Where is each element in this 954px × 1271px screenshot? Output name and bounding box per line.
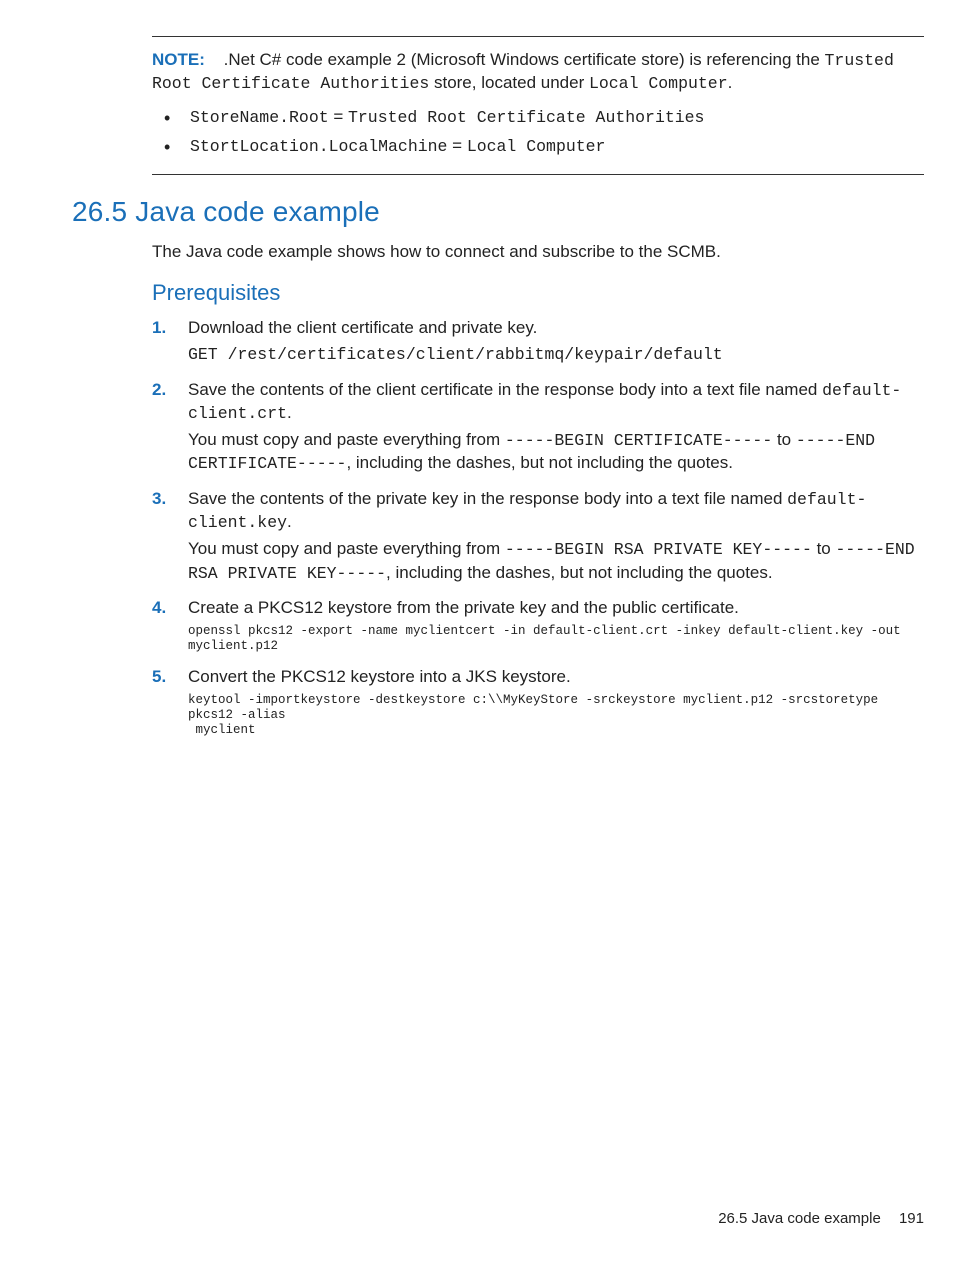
step-text: Create a PKCS12 keystore from the privat… (188, 597, 924, 620)
step-text: You must copy and paste everything from … (188, 538, 924, 585)
note-bullet-list: StoreName.Root = Trusted Root Certificat… (152, 106, 924, 159)
mono-text: Trusted Root Certificate Authorities (348, 108, 704, 127)
note-paragraph: NOTE: .Net C# code example 2 (Microsoft … (152, 49, 924, 96)
step-code: GET /rest/certificates/client/rabbitmq/k… (188, 344, 924, 366)
plain-text: You must copy and paste everything from (188, 539, 505, 558)
section-intro: The Java code example shows how to conne… (152, 241, 924, 264)
prerequisites-heading: Prerequisites (152, 278, 924, 308)
step-text: Convert the PKCS12 keystore into a JKS k… (188, 666, 924, 689)
plain-text: , including the dashes, but not includin… (386, 563, 773, 582)
plain-text: to (812, 539, 836, 558)
note-text: .Net C# code example 2 (Microsoft Window… (224, 50, 825, 69)
step-1: Download the client certificate and priv… (152, 317, 924, 366)
plain-text: . (287, 403, 292, 422)
note-label: NOTE: (152, 50, 205, 69)
step-5: Convert the PKCS12 keystore into a JKS k… (152, 666, 924, 738)
step-text: Save the contents of the private key in … (188, 488, 924, 535)
note-block: NOTE: .Net C# code example 2 (Microsoft … (152, 36, 924, 175)
step-text: Save the contents of the client certific… (188, 379, 924, 426)
plain-text: = (447, 136, 466, 155)
section-heading: 26.5 Java code example (72, 193, 924, 231)
plain-text: to (772, 430, 796, 449)
plain-text: , including the dashes, but not includin… (346, 453, 733, 472)
footer-page-number: 191 (899, 1210, 924, 1227)
plain-text: . (287, 512, 292, 531)
step-4: Create a PKCS12 keystore from the privat… (152, 597, 924, 654)
list-item: StortLocation.LocalMachine = Local Compu… (152, 135, 924, 158)
plain-text: You must copy and paste everything from (188, 430, 505, 449)
footer-section-title: 26.5 Java code example (718, 1210, 881, 1227)
plain-text: = (329, 107, 348, 126)
plain-text: Save the contents of the private key in … (188, 489, 787, 508)
prerequisites-steps: Download the client certificate and priv… (152, 317, 924, 737)
mono-text: StoreName.Root (190, 108, 329, 127)
step-text: You must copy and paste everything from … (188, 429, 924, 476)
mono-text: Local Computer (467, 137, 606, 156)
note-text: store, located under (429, 73, 589, 92)
mono-text: StortLocation.LocalMachine (190, 137, 447, 156)
note-text: . (728, 73, 733, 92)
command-block: keytool -importkeystore -destkeystore c:… (188, 693, 924, 738)
step-text: Download the client certificate and priv… (188, 317, 924, 340)
mono-text: -----BEGIN CERTIFICATE----- (505, 431, 772, 450)
page-footer: 26.5 Java code example 191 (718, 1209, 924, 1229)
note-mono: Local Computer (589, 74, 728, 93)
list-item: StoreName.Root = Trusted Root Certificat… (152, 106, 924, 129)
step-2: Save the contents of the client certific… (152, 379, 924, 476)
plain-text: Save the contents of the client certific… (188, 380, 822, 399)
step-3: Save the contents of the private key in … (152, 488, 924, 585)
mono-text: -----BEGIN RSA PRIVATE KEY----- (505, 540, 812, 559)
command-block: openssl pkcs12 -export -name myclientcer… (188, 624, 924, 654)
